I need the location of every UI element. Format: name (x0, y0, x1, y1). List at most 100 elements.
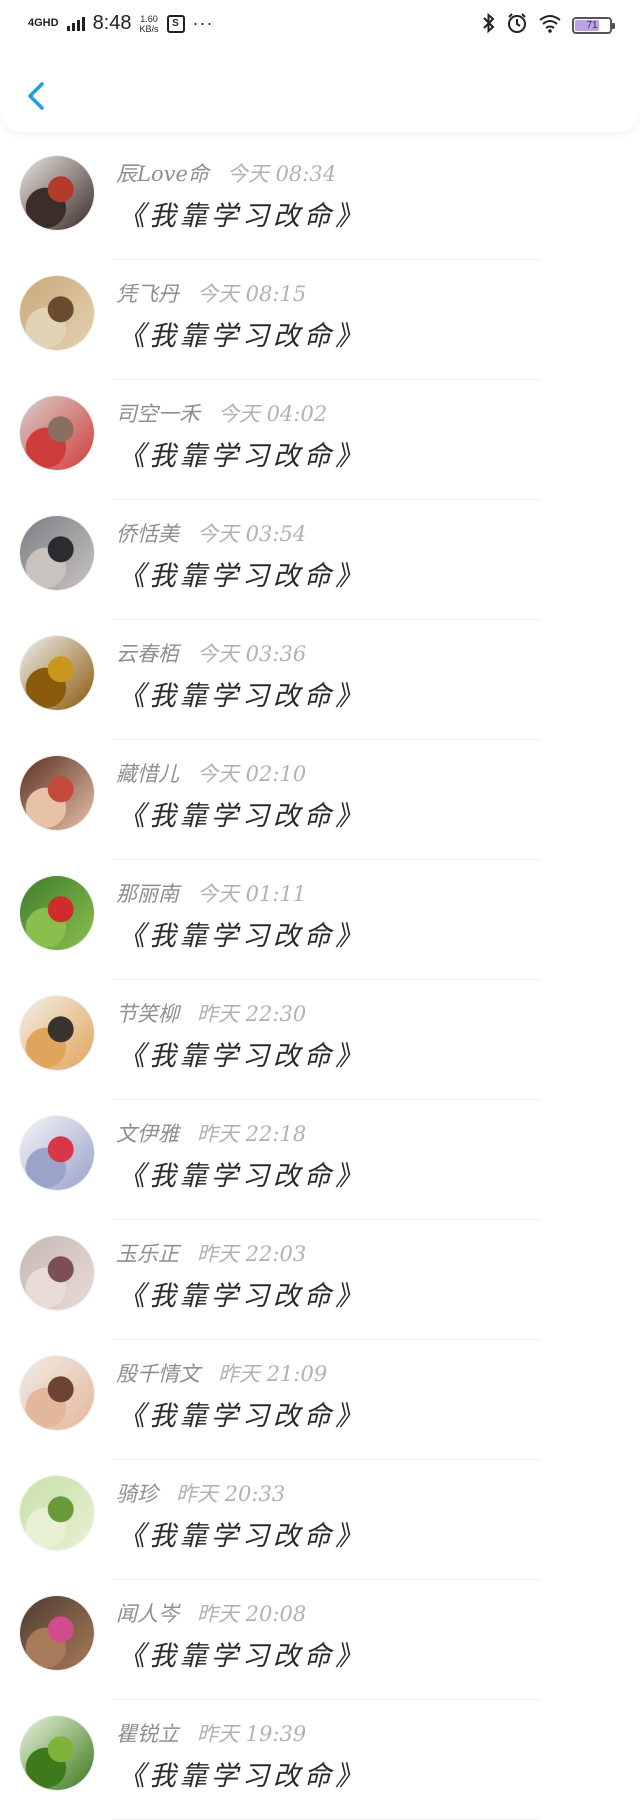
timestamp: 昨天 20:33 (176, 1482, 286, 1506)
avatar[interactable] (20, 756, 94, 830)
comment-text: 《我靠学习改命》 (118, 201, 366, 232)
comment-meta: 节笑柳 昨天 22:30 (116, 998, 306, 1028)
user-name[interactable]: 凭飞丹 (116, 278, 179, 308)
timestamp: 昨天 22:18 (197, 1122, 307, 1146)
timestamp: 今天 08:15 (197, 282, 307, 306)
comment-text: 《我靠学习改命》 (118, 561, 366, 592)
bluetooth-icon (482, 12, 496, 38)
comment-text: 《我靠学习改命》 (118, 921, 366, 952)
app-notification-icon: S (166, 14, 185, 33)
avatar[interactable] (20, 1356, 94, 1430)
avatar[interactable] (20, 1236, 94, 1310)
user-name[interactable]: 那丽南 (116, 878, 179, 908)
comment-meta: 玉乐正 昨天 22:03 (116, 1238, 306, 1268)
alarm-icon (506, 12, 528, 39)
avatar[interactable] (20, 276, 94, 350)
list-item[interactable]: 瞿锐立 昨天 19:39 《我靠学习改命》 (0, 1700, 640, 1820)
list-item[interactable]: 那丽南 今天 01:11 《我靠学习改命》 (0, 860, 640, 980)
avatar[interactable] (20, 156, 94, 230)
list-item[interactable]: 云春栢 今天 03:36 《我靠学习改命》 (0, 620, 640, 740)
comment-text: 《我靠学习改命》 (118, 321, 366, 352)
back-button[interactable] (18, 74, 54, 118)
list-item[interactable]: 玉乐正 昨天 22:03 《我靠学习改命》 (0, 1220, 640, 1340)
user-name[interactable]: 闻人岑 (116, 1598, 179, 1628)
user-name[interactable]: 玉乐正 (116, 1238, 179, 1268)
list-item[interactable]: 辰Love命 今天 08:34 《我靠学习改命》 (0, 140, 640, 260)
user-name[interactable]: 瞿锐立 (116, 1718, 179, 1748)
avatar[interactable] (20, 1716, 94, 1790)
list-item[interactable]: 殷千情文 昨天 21:09 《我靠学习改命》 (0, 1340, 640, 1460)
comment-meta: 司空一禾 今天 04:02 (116, 398, 327, 428)
signal-icon (66, 16, 85, 31)
list-item[interactable]: 节笑柳 昨天 22:30 《我靠学习改命》 (0, 980, 640, 1100)
wifi-icon (538, 13, 562, 38)
timestamp: 昨天 19:39 (197, 1722, 307, 1746)
user-name[interactable]: 节笑柳 (116, 998, 179, 1028)
list-item[interactable]: 侨恬美 今天 03:54 《我靠学习改命》 (0, 500, 640, 620)
timestamp: 今天 04:02 (218, 402, 328, 426)
comment-meta: 云春栢 今天 03:36 (116, 638, 306, 668)
list-item[interactable]: 闻人岑 昨天 20:08 《我靠学习改命》 (0, 1580, 640, 1700)
network-speed: 1.60 KB/s (140, 14, 159, 34)
comment-meta: 凭飞丹 今天 08:15 (116, 278, 306, 308)
list-item[interactable]: 文伊雅 昨天 22:18 《我靠学习改命》 (0, 1100, 640, 1220)
timestamp: 昨天 21:09 (218, 1362, 328, 1386)
network-type: 4GHD (28, 17, 59, 29)
timestamp: 今天 01:11 (197, 882, 307, 906)
user-name[interactable]: 藏惜儿 (116, 758, 179, 788)
list-item[interactable]: 凭飞丹 今天 08:15 《我靠学习改命》 (0, 260, 640, 380)
status-right: 71 (482, 12, 615, 39)
timestamp: 昨天 22:03 (197, 1242, 307, 1266)
list-item[interactable]: 司空一禾 今天 04:02 《我靠学习改命》 (0, 380, 640, 500)
comment-meta: 瞿锐立 昨天 19:39 (116, 1718, 306, 1748)
avatar[interactable] (20, 1116, 94, 1190)
comment-meta: 侨恬美 今天 03:54 (116, 518, 306, 548)
comment-meta: 骑珍 昨天 20:33 (116, 1478, 285, 1508)
comment-meta: 那丽南 今天 01:11 (116, 878, 306, 908)
avatar[interactable] (20, 396, 94, 470)
network-speed-value: 1.60 (140, 13, 158, 24)
avatar[interactable] (20, 1476, 94, 1550)
user-name[interactable]: 辰Love命 (116, 158, 209, 188)
comment-text: 《我靠学习改命》 (118, 441, 366, 472)
timestamp: 今天 03:54 (197, 522, 307, 546)
chevron-left-icon (28, 82, 44, 110)
avatar[interactable] (20, 516, 94, 590)
network-speed-unit: KB/s (139, 23, 159, 34)
comment-text: 《我靠学习改命》 (118, 681, 366, 712)
user-name[interactable]: 文伊雅 (116, 1118, 179, 1148)
user-name[interactable]: 云春栢 (116, 638, 179, 668)
status-left: 4GHD 8:48 1.60 KB/s S ··· (28, 12, 214, 35)
comment-meta: 殷千情文 昨天 21:09 (116, 1358, 327, 1388)
comment-text: 《我靠学习改命》 (118, 1281, 366, 1312)
user-name[interactable]: 侨恬美 (116, 518, 179, 548)
comment-text: 《我靠学习改命》 (118, 1401, 366, 1432)
comment-meta: 辰Love命 今天 08:34 (116, 158, 336, 188)
avatar[interactable] (20, 876, 94, 950)
timestamp: 今天 08:34 (226, 162, 337, 186)
status-bar: 4GHD 8:48 1.60 KB/s S ··· 71 (0, 0, 640, 50)
user-name[interactable]: 骑珍 (116, 1478, 158, 1508)
battery-level: 71 (586, 20, 598, 31)
comment-meta: 闻人岑 昨天 20:08 (116, 1598, 306, 1628)
comment-text: 《我靠学习改命》 (118, 1041, 366, 1072)
battery-icon: 71 (572, 17, 615, 34)
more-notifications-icon: ··· (192, 13, 214, 33)
comment-list: 辰Love命 今天 08:34 《我靠学习改命》 凭飞丹 今天 08:15 《我靠学习改命… (0, 140, 640, 1820)
avatar[interactable] (20, 636, 94, 710)
timestamp: 昨天 22:30 (197, 1002, 307, 1026)
comment-text: 《我靠学习改命》 (118, 1161, 366, 1192)
timestamp: 今天 03:36 (197, 642, 307, 666)
comment-text: 《我靠学习改命》 (118, 1641, 366, 1672)
avatar[interactable] (20, 996, 94, 1070)
clock: 8:48 (92, 12, 132, 34)
avatar[interactable] (20, 1596, 94, 1670)
list-item[interactable]: 骑珍 昨天 20:33 《我靠学习改命》 (0, 1460, 640, 1580)
comment-text: 《我靠学习改命》 (118, 1761, 366, 1792)
list-item[interactable]: 藏惜儿 今天 02:10 《我靠学习改命》 (0, 740, 640, 860)
user-name[interactable]: 司空一禾 (116, 398, 200, 428)
comment-meta: 藏惜儿 今天 02:10 (116, 758, 306, 788)
user-name[interactable]: 殷千情文 (116, 1358, 200, 1388)
timestamp: 今天 02:10 (197, 762, 307, 786)
comment-text: 《我靠学习改命》 (118, 1521, 366, 1552)
